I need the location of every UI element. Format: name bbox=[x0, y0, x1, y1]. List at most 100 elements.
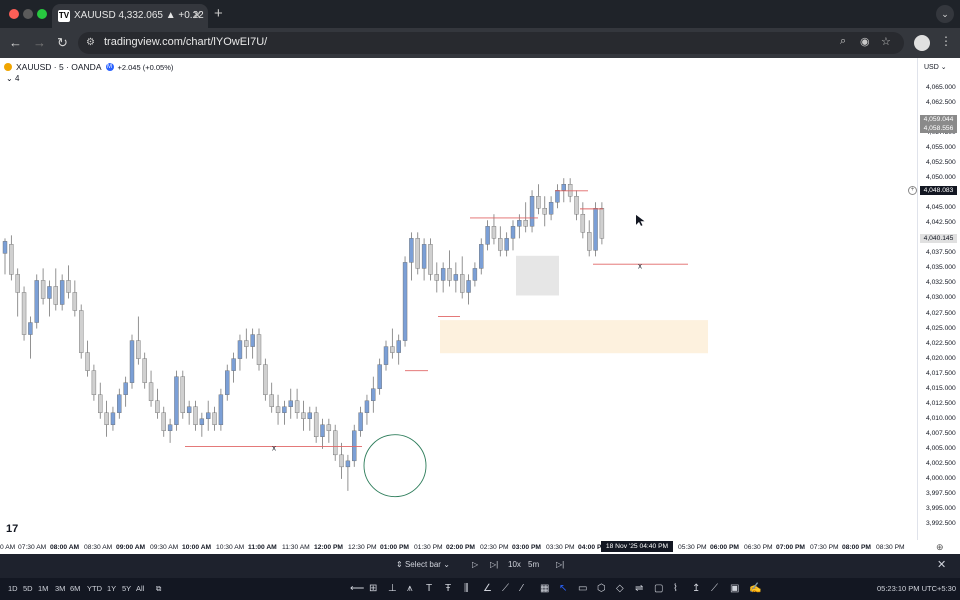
site-info-icon[interactable]: ⚙ bbox=[86, 37, 95, 48]
crosshair-price-tag: 4,048.083 bbox=[920, 186, 957, 195]
kebab-menu-icon[interactable]: ⋮ bbox=[940, 34, 952, 48]
candle-body bbox=[148, 382, 154, 401]
candle-body bbox=[466, 280, 471, 293]
frame-icon[interactable]: ▢ bbox=[654, 583, 663, 594]
candle-body bbox=[339, 454, 344, 468]
window-minimize-button[interactable] bbox=[23, 9, 33, 19]
bookmark-star-icon[interactable]: ☆ bbox=[881, 35, 891, 48]
forward-arrow-icon[interactable]: → bbox=[33, 35, 46, 50]
candle-body bbox=[263, 364, 268, 395]
tab-title: XAUUSD 4,332.065 ▲ +0.22 bbox=[74, 10, 204, 21]
ruler-icon[interactable]: ⟋ bbox=[502, 583, 509, 594]
supply-demand-zone bbox=[440, 320, 708, 354]
timeframe-6m[interactable]: 6M bbox=[70, 584, 80, 593]
candle-body bbox=[396, 340, 401, 353]
price-axis-label: 4,050.000 bbox=[926, 174, 956, 182]
pitchfork-icon[interactable]: ⊥ bbox=[388, 583, 397, 594]
text-icon[interactable]: T bbox=[426, 583, 432, 594]
vertical-icon[interactable]: ↥ bbox=[692, 583, 700, 594]
highlight-box bbox=[516, 255, 559, 296]
add-alert-icon[interactable]: + bbox=[908, 186, 917, 195]
candlestick-chart[interactable]: xx bbox=[0, 60, 917, 540]
timeframe-1y[interactable]: 1Y bbox=[107, 584, 116, 593]
tab-close-icon[interactable]: ✕ bbox=[193, 4, 202, 28]
candle-body bbox=[218, 394, 224, 425]
timeframe-1d[interactable]: 1D bbox=[8, 584, 18, 593]
axis-settings-icon[interactable]: ⊕ bbox=[936, 542, 944, 553]
candle-body bbox=[447, 268, 452, 281]
window-maximize-button[interactable] bbox=[37, 9, 47, 19]
text-t-icon[interactable]: Ŧ bbox=[445, 583, 451, 594]
time-axis-label: 10:00 AM bbox=[182, 544, 212, 551]
cursor-icon[interactable]: ↖ bbox=[559, 583, 567, 594]
candle-body bbox=[542, 208, 547, 215]
price-axis-label: 4,027.500 bbox=[926, 309, 956, 317]
time-axis-label: 03:00 PM bbox=[512, 544, 541, 551]
new-tab-icon[interactable]: + bbox=[214, 5, 223, 22]
hash-icon[interactable]: ▦ bbox=[540, 583, 549, 594]
price-axis-label: 4,042.500 bbox=[926, 219, 956, 227]
clock[interactable]: 05:23:10 PM UTC+5:30 bbox=[877, 584, 956, 593]
close-replay-icon[interactable]: ✕ bbox=[937, 558, 946, 571]
arrow-left-icon[interactable]: ⟵ bbox=[350, 583, 364, 594]
fib-icon[interactable]: ⩚ bbox=[407, 583, 413, 594]
timeframe-ytd[interactable]: YTD bbox=[87, 584, 102, 593]
image-icon[interactable]: ▣ bbox=[730, 583, 739, 594]
candle-body bbox=[34, 280, 39, 323]
candle-body bbox=[453, 274, 459, 281]
timeframe-5d[interactable]: 5D bbox=[23, 584, 33, 593]
window-close-button[interactable] bbox=[9, 9, 19, 19]
timeframe-1m[interactable]: 1M bbox=[38, 584, 48, 593]
back-arrow-icon[interactable]: ← bbox=[9, 35, 22, 50]
candle-body bbox=[529, 196, 535, 227]
timeframe-all[interactable]: All bbox=[136, 584, 144, 593]
time-axis-label: 08:30 PM bbox=[876, 544, 905, 551]
price-axis-label: 4,052.500 bbox=[926, 159, 956, 167]
pattern-icon[interactable]: ⫼ bbox=[464, 583, 469, 594]
price-axis-label: 4,015.000 bbox=[926, 384, 956, 392]
reload-icon[interactable]: ↻ bbox=[57, 35, 68, 51]
time-axis-label: 08:30 AM bbox=[84, 544, 113, 551]
candle-body bbox=[301, 412, 306, 419]
browser-tab[interactable]: TV XAUUSD 4,332.065 ▲ +0.22 ✕ bbox=[52, 4, 208, 28]
tab-search-chevron-icon[interactable]: ⌄ bbox=[936, 5, 954, 23]
candle-body bbox=[212, 412, 217, 425]
zoom-icon[interactable]: ⌕ bbox=[840, 35, 846, 48]
candle-body bbox=[536, 196, 541, 209]
timeframe-5y[interactable]: 5Y bbox=[122, 584, 131, 593]
candle-body bbox=[383, 346, 389, 365]
profile-icon[interactable] bbox=[914, 35, 930, 51]
brush-icon[interactable]: ∠ bbox=[483, 583, 492, 594]
candle-body bbox=[237, 340, 243, 359]
grid-icon[interactable]: ⊞ bbox=[369, 583, 377, 594]
shape-icon[interactable]: ⬡ bbox=[597, 583, 606, 594]
candle-body bbox=[599, 208, 605, 239]
jump-to-realtime-icon[interactable]: ▷| bbox=[556, 560, 564, 569]
ellipse-icon[interactable]: ◇ bbox=[616, 583, 624, 594]
step-forward-icon[interactable]: ▷| bbox=[490, 560, 498, 569]
interval-button[interactable]: 5m bbox=[528, 560, 539, 569]
date-range-icon[interactable]: ⧉ bbox=[156, 584, 161, 594]
price-axis-label: 4,022.500 bbox=[926, 339, 956, 347]
speed-button[interactable]: 10x bbox=[508, 560, 521, 569]
candle-body bbox=[574, 196, 579, 215]
pen-icon[interactable]: ⟋ bbox=[711, 583, 718, 594]
signature-icon[interactable]: ✍ bbox=[749, 583, 761, 594]
play-icon[interactable]: ▷ bbox=[472, 560, 478, 569]
trend-icon[interactable]: ⁄ bbox=[521, 583, 523, 594]
time-axis-label: 0 AM bbox=[0, 544, 16, 551]
eye-icon[interactable]: ◉ bbox=[860, 35, 870, 48]
price-axis-label: 4,000.000 bbox=[926, 474, 956, 482]
select-bar-button[interactable]: ⇕ Select bar ⌄ bbox=[396, 560, 450, 569]
price-axis-label: 3,995.000 bbox=[926, 504, 956, 512]
candle-body bbox=[155, 400, 160, 413]
candle-body bbox=[47, 286, 52, 299]
timeframe-3m[interactable]: 3M bbox=[55, 584, 65, 593]
lines-icon[interactable]: ⇌ bbox=[635, 583, 643, 594]
address-bar[interactable]: ⚙ tradingview.com/chart/lYOwEI7U/ ⌕ ◉ ☆ bbox=[78, 32, 904, 54]
path-icon[interactable]: ⌇ bbox=[673, 583, 678, 594]
candle-body bbox=[567, 184, 573, 197]
candle-body bbox=[555, 190, 560, 203]
comment-icon[interactable]: ▭ bbox=[578, 583, 587, 594]
candle-body bbox=[269, 394, 274, 407]
